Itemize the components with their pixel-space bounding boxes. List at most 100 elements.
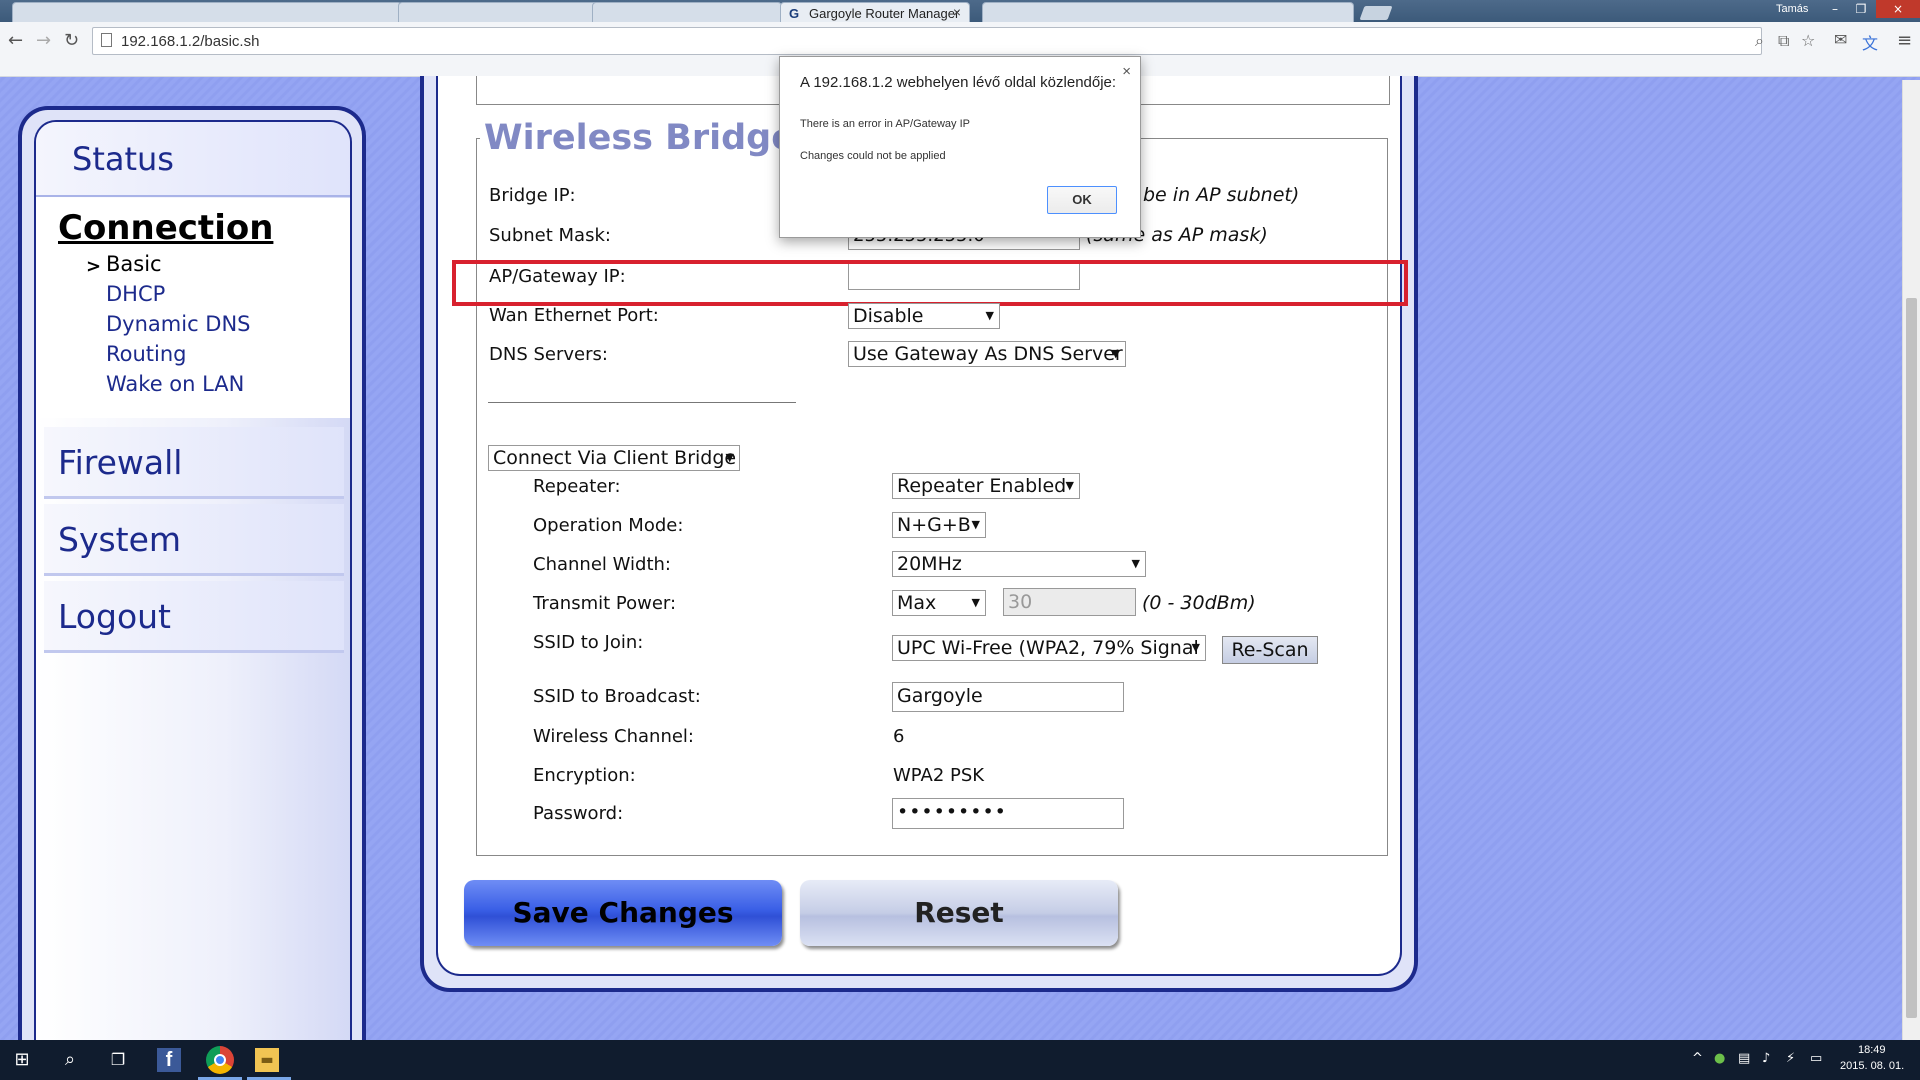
nav-item-wake-on-lan[interactable]: Wake on LAN <box>106 372 244 396</box>
back-arrow-icon[interactable]: ← <box>8 30 23 51</box>
translate-extension-icon[interactable]: 文 <box>1862 30 1878 54</box>
section-title: Wireless Bridge/ <box>480 118 812 158</box>
restore-icon[interactable]: ❐ <box>1848 0 1874 18</box>
ssid-join-select[interactable]: UPC Wi-Free (WPA2, 79% Signal ▼ <box>892 635 1206 661</box>
tab-title: Gargoyle Router Managem <box>809 6 959 21</box>
ssid-join-value: UPC Wi-Free (WPA2, 79% Signal <box>897 637 1199 659</box>
nav-system[interactable]: System <box>44 504 344 576</box>
transmit-power-input[interactable]: 30 <box>1003 588 1136 616</box>
rescan-button[interactable]: Re-Scan <box>1222 636 1318 664</box>
nav-item-dynamic-dns[interactable]: Dynamic DNS <box>106 312 251 336</box>
nav-logout[interactable]: Logout <box>44 581 344 653</box>
nav-item-basic[interactable]: Basic <box>106 252 162 276</box>
operation-mode-select[interactable]: N+G+B ▼ <box>892 512 986 538</box>
browser-menu-icon[interactable]: ≡ <box>1897 30 1912 51</box>
dns-servers-select[interactable]: Use Gateway As DNS Server ▼ <box>848 341 1126 367</box>
window-close-icon[interactable]: × <box>1876 0 1920 18</box>
tray-volume-icon[interactable]: ♪ <box>1762 1051 1770 1066</box>
nav-item-dhcp[interactable]: DHCP <box>106 282 165 306</box>
browser-tab[interactable] <box>398 2 598 22</box>
operation-mode-label: Operation Mode: <box>533 515 684 536</box>
sidebar-nav: Status Connection > Basic DHCP Dynamic D… <box>18 106 366 1066</box>
facebook-icon[interactable]: f <box>157 1048 181 1072</box>
tab-close-icon[interactable]: × <box>953 4 961 20</box>
connect-via-select[interactable]: Connect Via Client Bridge ▼ <box>488 445 740 471</box>
task-view-icon[interactable]: ❐ <box>106 1048 130 1072</box>
wan-port-select[interactable]: Disable ▼ <box>848 303 1000 329</box>
wireless-channel-label: Wireless Channel: <box>533 726 694 747</box>
url-text: 192.168.1.2/basic.sh <box>121 33 260 50</box>
active-browser-tab[interactable]: G Gargoyle Router Managem × <box>780 2 970 22</box>
windows-taskbar: ⊞ ⌕ ❐ f ▬ <box>0 1040 1920 1080</box>
browser-tab-strip: G Gargoyle Router Managem × Tamás – ❐ × <box>0 0 1920 22</box>
tray-message-icon[interactable]: ▭ <box>1810 1051 1822 1066</box>
browser-tab[interactable] <box>982 2 1354 22</box>
transmit-power-note: (0 - 30dBm) <box>1142 592 1256 614</box>
zoom-icon[interactable]: ⌕ <box>1755 31 1764 51</box>
translate-icon[interactable]: ⧉ <box>1778 31 1789 51</box>
nav-connection[interactable]: Connection <box>58 208 273 248</box>
sidebar-panel: Status Connection > Basic DHCP Dynamic D… <box>34 120 352 1060</box>
subnet-mask-label: Subnet Mask: <box>489 225 611 246</box>
alert-dialog: A 192.168.1.2 webhelyen lévő oldal közle… <box>779 56 1141 238</box>
repeater-select[interactable]: Repeater Enabled ▼ <box>892 473 1080 499</box>
clock-time[interactable]: 18:49 <box>1858 1044 1886 1056</box>
browser-tab[interactable] <box>12 2 402 22</box>
browser-tab[interactable] <box>592 2 782 22</box>
address-bar[interactable]: 192.168.1.2/basic.sh ⌕ ⧉ ☆ <box>92 27 1815 55</box>
tray-chevron-icon[interactable]: ^ <box>1692 1051 1703 1066</box>
bookmark-star-icon[interactable]: ☆ <box>1801 31 1815 50</box>
dropdown-arrow-icon: ▼ <box>1191 641 1200 654</box>
dialog-close-icon[interactable]: × <box>1122 63 1131 80</box>
encryption-label: Encryption: <box>533 765 636 786</box>
page-scrollbar[interactable] <box>1902 80 1920 1040</box>
reset-button[interactable]: Reset <box>800 880 1118 946</box>
tray-power-icon[interactable]: ⚡ <box>1786 1051 1795 1066</box>
password-input[interactable]: ••••••••• <box>892 798 1124 829</box>
dropdown-arrow-icon: ▼ <box>1131 557 1140 570</box>
dialog-title: A 192.168.1.2 webhelyen lévő oldal közle… <box>800 74 1117 91</box>
repeater-value: Repeater Enabled <box>897 475 1067 497</box>
dropdown-arrow-icon: ▼ <box>971 518 980 531</box>
reload-icon[interactable]: ↻ <box>64 30 79 51</box>
ssid-broadcast-input[interactable]: Gargoyle <box>892 682 1124 712</box>
chrome-icon[interactable] <box>206 1046 234 1074</box>
page-icon <box>101 33 112 47</box>
new-tab-button[interactable] <box>1359 6 1393 20</box>
transmit-power-select[interactable]: Max ▼ <box>892 590 986 616</box>
minimize-icon[interactable]: – <box>1822 0 1848 18</box>
ssid-broadcast-label: SSID to Broadcast: <box>533 686 701 707</box>
nav-item-routing[interactable]: Routing <box>106 342 187 366</box>
dialog-info-message: Changes could not be applied <box>800 150 946 162</box>
forward-arrow-icon[interactable]: → <box>36 30 51 51</box>
dropdown-arrow-icon: ▼ <box>1065 479 1074 492</box>
error-highlight-box <box>452 260 1408 306</box>
channel-width-label: Channel Width: <box>533 554 671 575</box>
dialog-ok-button[interactable]: OK <box>1047 186 1117 214</box>
windows-start-icon[interactable]: ⊞ <box>10 1048 34 1072</box>
search-icon[interactable]: ⌕ <box>58 1048 82 1072</box>
transmit-power-value: Max <box>897 592 937 614</box>
dns-servers-value: Use Gateway As DNS Server <box>853 343 1123 365</box>
dialog-error-message: There is an error in AP/Gateway IP <box>800 118 970 130</box>
clock-date[interactable]: 2015. 08. 01. <box>1840 1060 1904 1072</box>
file-explorer-icon[interactable]: ▬ <box>255 1048 279 1072</box>
nav-connection-section: Connection > Basic DHCP Dynamic DNS Rout… <box>36 198 350 418</box>
nav-status[interactable]: Status <box>36 122 350 197</box>
wan-port-label: Wan Ethernet Port: <box>489 305 659 326</box>
channel-width-select[interactable]: 20MHz ▼ <box>892 551 1146 577</box>
save-changes-button[interactable]: Save Changes <box>464 880 782 946</box>
tray-network-icon[interactable]: ▤ <box>1738 1051 1750 1066</box>
section-divider <box>488 402 796 403</box>
connect-via-value: Connect Via Client Bridge <box>493 447 737 469</box>
bridge-ip-label: Bridge IP: <box>489 185 576 206</box>
dns-servers-label: DNS Servers: <box>489 344 608 365</box>
scrollbar-thumb[interactable] <box>1906 298 1917 1018</box>
dropdown-arrow-icon: ▼ <box>1111 347 1120 360</box>
profile-name[interactable]: Tamás <box>1776 3 1808 15</box>
tray-app-icon[interactable]: ● <box>1714 1051 1725 1066</box>
gmail-extension-icon[interactable]: ✉ <box>1834 30 1847 49</box>
dropdown-arrow-icon: ▼ <box>725 451 734 464</box>
operation-mode-value: N+G+B <box>897 514 971 536</box>
nav-firewall[interactable]: Firewall <box>44 427 344 499</box>
